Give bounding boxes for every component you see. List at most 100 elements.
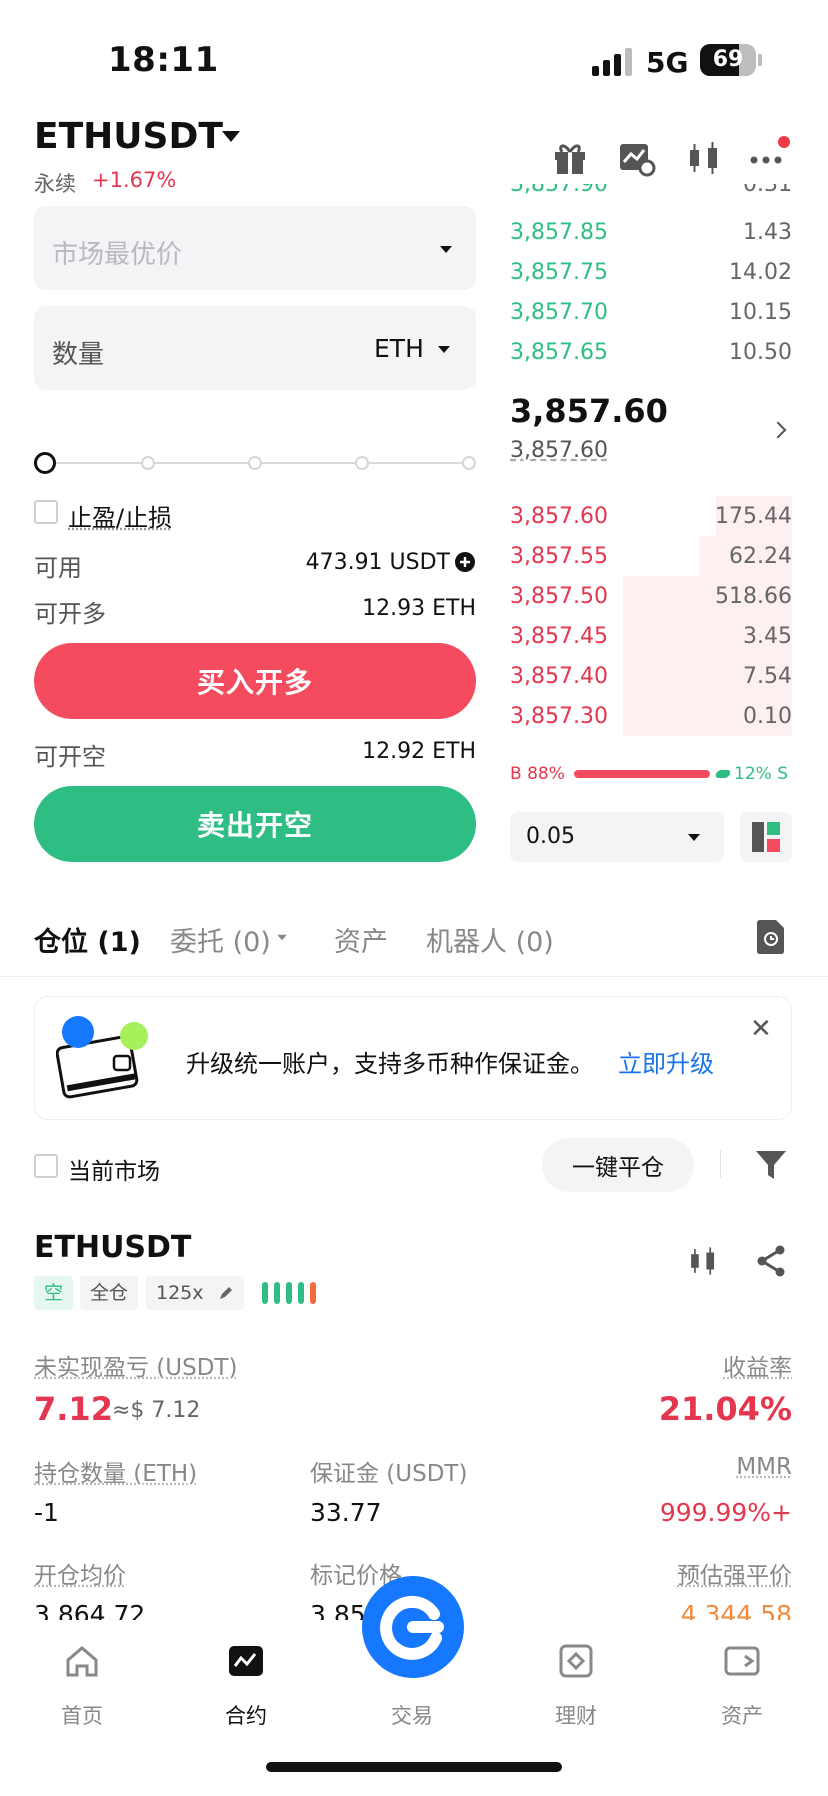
margin-label: 保证金 (USDT): [310, 1461, 468, 1487]
symbol-selector[interactable]: ETHUSDT: [34, 116, 223, 157]
orderbook-price: 3,857.55: [510, 544, 608, 569]
orderbook-bid-row[interactable]: 3,857.75 14.02: [510, 252, 792, 292]
futures-icon: [229, 1646, 263, 1676]
nav-futures-label: 合约: [225, 1704, 267, 1728]
entry-price-label[interactable]: 开仓均价: [34, 1556, 126, 1590]
position-symbol[interactable]: ETHUSDT: [34, 1230, 191, 1265]
current-market-label[interactable]: 当前市场: [68, 1152, 160, 1186]
mmr-label[interactable]: MMR: [736, 1454, 792, 1480]
chart-settings-icon[interactable]: [616, 138, 656, 178]
orderbook-ask-row[interactable]: 3,857.55 62.24: [510, 536, 792, 576]
orderbook-qty: 0.31: [743, 184, 792, 197]
orderbook-ask-row[interactable]: 3,857.30 0.10: [510, 696, 792, 736]
nav-earn[interactable]: 理财: [516, 1642, 636, 1730]
chevron-right-icon[interactable]: [769, 421, 787, 439]
buy-long-button[interactable]: 买入开多: [34, 643, 476, 719]
current-market-checkbox[interactable]: [34, 1154, 58, 1178]
nav-home[interactable]: 首页: [22, 1642, 142, 1730]
tab-bots[interactable]: 机器人 (0): [426, 920, 554, 959]
share-icon[interactable]: [754, 1244, 788, 1278]
orderbook-qty: 7.54: [743, 664, 792, 689]
wallet-icon: [724, 1646, 760, 1676]
orderbook-bid-row[interactable]: 3,857.70 10.15: [510, 292, 792, 332]
upgrade-link[interactable]: 立即升级: [618, 1044, 714, 1079]
mark-price[interactable]: 3,857.60: [510, 438, 608, 463]
symbol-dropdown-icon[interactable]: [222, 131, 240, 142]
edit-icon: [220, 1287, 232, 1299]
orderbook-row-partial[interactable]: 3,857.90 0.31: [510, 184, 792, 200]
orderbook-price: 3,857.90: [510, 184, 608, 197]
amount-slider-handle[interactable]: [34, 452, 56, 474]
position-chart-icon[interactable]: [686, 1244, 720, 1278]
gift-icon[interactable]: [550, 138, 590, 178]
sell-ratio-bar: [714, 770, 732, 778]
nav-assets[interactable]: 资产: [682, 1642, 802, 1730]
can-long-value: 12.93 ETH: [362, 596, 476, 621]
signal-icon: [592, 48, 634, 76]
nav-earn-label: 理财: [555, 1704, 597, 1728]
orderbook-layout-icon[interactable]: [740, 812, 792, 862]
quantity-unit-select[interactable]: ETH: [374, 334, 424, 363]
slider-step-100[interactable]: [462, 456, 476, 470]
history-document-icon[interactable]: [754, 920, 786, 954]
available-label: 可用: [34, 554, 82, 582]
candlestick-icon[interactable]: [684, 138, 724, 178]
orderbook-price: 3,857.40: [510, 664, 608, 689]
buy-ratio-bar: [574, 770, 710, 778]
price-dropdown-icon[interactable]: [440, 246, 452, 253]
orderbook-ask-row[interactable]: 3,857.50 518.66: [510, 576, 792, 616]
orderbook-qty: 10.50: [729, 340, 792, 365]
close-all-button[interactable]: 一键平仓: [542, 1138, 694, 1192]
orderbook-price: 3,857.85: [510, 220, 608, 245]
tpsl-label[interactable]: 止盈/止损: [68, 498, 172, 533]
nav-home-label: 首页: [61, 1704, 103, 1728]
orderbook-qty: 14.02: [729, 260, 792, 285]
tab-assets[interactable]: 资产: [334, 920, 388, 959]
status-time: 18:11: [108, 40, 219, 80]
last-price: 3,857.60: [510, 392, 668, 430]
close-icon[interactable]: ✕: [750, 1014, 772, 1044]
tab-positions[interactable]: 仓位 (1): [34, 920, 141, 959]
nav-trade[interactable]: 交易: [352, 1700, 472, 1730]
orderbook-ask-row[interactable]: 3,857.45 3.45: [510, 616, 792, 656]
orderbook-bid-row[interactable]: 3,857.65 10.50: [510, 332, 792, 372]
orderbook-qty: 175.44: [715, 504, 792, 529]
roe-label[interactable]: 收益率: [723, 1348, 792, 1382]
orderbook-price: 3,857.75: [510, 260, 608, 285]
banner-text: 升级统一账户，支持多币种作保证金。: [186, 1050, 594, 1078]
notification-dot: [778, 136, 790, 148]
add-funds-icon[interactable]: [454, 551, 476, 573]
orderbook-ask-row[interactable]: 3,857.40 7.54: [510, 656, 792, 696]
orders-dropdown-icon[interactable]: [277, 934, 287, 941]
unrealized-pnl-label[interactable]: 未实现盈亏 (USDT): [34, 1348, 237, 1382]
size-label[interactable]: 持仓数量 (ETH): [34, 1454, 197, 1488]
orderbook-qty: 0.10: [743, 704, 792, 729]
orderbook-qty: 3.45: [743, 624, 792, 649]
unit-dropdown-icon[interactable]: [438, 346, 450, 353]
depth-step-select[interactable]: 0.05: [510, 812, 724, 862]
liquidation-price-label[interactable]: 预估强平价: [677, 1556, 792, 1590]
can-short-value: 12.92 ETH: [362, 739, 476, 764]
trade-fab[interactable]: [362, 1576, 464, 1678]
tpsl-checkbox[interactable]: [34, 500, 58, 524]
orderbook-qty: 62.24: [729, 544, 792, 569]
orderbook-ask-row[interactable]: 3,857.60 175.44: [510, 496, 792, 536]
sell-ratio: 12% S: [734, 764, 788, 784]
sell-short-button[interactable]: 卖出开空: [34, 786, 476, 862]
orderbook-price: 3,857.50: [510, 584, 608, 609]
can-short-label: 可开空: [34, 743, 106, 771]
filter-icon[interactable]: [754, 1148, 788, 1182]
nav-futures[interactable]: 合约: [186, 1642, 306, 1730]
slider-step-25[interactable]: [141, 456, 155, 470]
orderbook-qty: 1.43: [743, 220, 792, 245]
tab-orders[interactable]: 委托 (0): [170, 920, 271, 959]
leverage-badge[interactable]: 125x: [146, 1276, 244, 1310]
orderbook-price: 3,857.65: [510, 340, 608, 365]
slider-step-75[interactable]: [355, 456, 369, 470]
slider-step-50[interactable]: [248, 456, 262, 470]
orderbook-bid-row[interactable]: 3,857.85 1.43: [510, 212, 792, 252]
filter-separator: [720, 1150, 721, 1178]
margin-value: 33.77: [310, 1498, 382, 1527]
wallet-illustration-icon: [56, 1016, 148, 1099]
adl-indicator: [262, 1282, 322, 1304]
